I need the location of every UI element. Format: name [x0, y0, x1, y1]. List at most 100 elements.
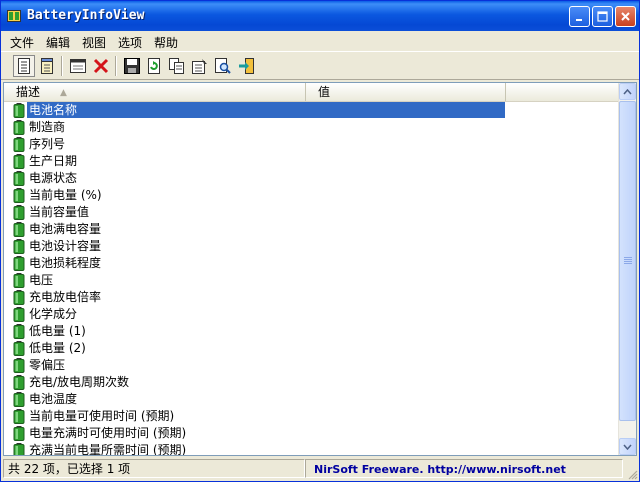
battery-icon	[13, 188, 25, 203]
scroll-grip	[624, 261, 632, 262]
scroll-down-button[interactable]	[619, 438, 636, 455]
battery-icon	[13, 324, 25, 339]
menu-options[interactable]: 选项	[118, 34, 142, 51]
refresh-button[interactable]	[143, 55, 165, 77]
maximize-button[interactable]	[592, 6, 613, 27]
battery-icon	[13, 120, 25, 135]
status-item-count: 共 22 项，已选择 1 项	[3, 459, 305, 478]
battery-icon	[13, 392, 25, 407]
menu-view[interactable]: 视图	[82, 34, 106, 51]
find-button[interactable]	[212, 55, 234, 77]
arrow-down-icon	[623, 444, 632, 450]
list-item[interactable]: 当前容量值	[4, 204, 620, 221]
list-item-label: 充电/放电周期次数	[29, 375, 130, 389]
battery-icon	[13, 154, 25, 169]
list-item-label: 电池损耗程度	[29, 256, 102, 270]
list-item[interactable]: 序列号	[4, 136, 620, 153]
list-item[interactable]: 电池设计容量	[4, 238, 620, 255]
copy-icon	[169, 58, 184, 74]
battery-icon	[13, 205, 25, 220]
window-icon	[70, 59, 86, 73]
list-item-label: 化学成分	[29, 307, 78, 321]
list-item-label: 电池满电容量	[29, 222, 102, 236]
list-item-label: 零偏压	[29, 358, 66, 372]
column-header-description[interactable]: 描述 ▲	[4, 83, 306, 101]
battery-info-list[interactable]: 描述 ▲ 值 电池名称 制造商 序列号 生产日期 电源状态 当前电量 (%) 当前容量值 电池…	[3, 82, 637, 456]
battery-info-view-button[interactable]	[13, 55, 35, 77]
list-item[interactable]: 低电量 (1)	[4, 323, 620, 340]
toolbar-separator	[115, 56, 117, 76]
list-item[interactable]: 充满当前电量所需时间 (预期)	[4, 442, 620, 455]
list-item[interactable]: 电压	[4, 272, 620, 289]
close-icon	[621, 12, 630, 21]
resize-grip-icon[interactable]	[626, 468, 638, 480]
list-item[interactable]: 零偏压	[4, 357, 620, 374]
list-item[interactable]: 电池损耗程度	[4, 255, 620, 272]
battery-icon	[13, 341, 25, 356]
properties-window-button[interactable]	[67, 55, 89, 77]
main-window: BatteryInfoView 文件 编辑 视图 选项 帮助 描述 ▲ 值 电池…	[0, 0, 640, 482]
list-item[interactable]: 制造商	[4, 119, 620, 136]
list-item-label: 电池设计容量	[29, 239, 102, 253]
delete-button[interactable]	[90, 55, 112, 77]
list-item-label: 低电量 (2)	[29, 341, 86, 355]
floppy-disk-icon	[124, 58, 140, 74]
list-rows: 电池名称 制造商序列号 生产日期 电源状态 当前电量 (%) 当前容量值 电池满电容量 电池设…	[4, 102, 620, 455]
menu-bar: 文件 编辑 视图 选项 帮助	[1, 31, 639, 51]
status-bar: 共 22 项，已选择 1 项 NirSoft Freeware. http://…	[1, 457, 639, 481]
list-item-label: 低电量 (1)	[29, 324, 86, 338]
maximize-icon	[597, 11, 608, 22]
list-item[interactable]: 电源状态	[4, 170, 620, 187]
list-item[interactable]: 化学成分	[4, 306, 620, 323]
list-item-label: 当前电量 (%)	[29, 188, 102, 202]
battery-icon	[13, 375, 25, 390]
list-item-label: 电量充满时可使用时间 (预期)	[29, 426, 187, 440]
minimize-button[interactable]	[569, 6, 590, 27]
properties-button[interactable]	[189, 55, 211, 77]
menu-help[interactable]: 帮助	[154, 34, 178, 51]
red-x-icon	[93, 58, 109, 74]
menu-file[interactable]: 文件	[10, 34, 34, 51]
app-battery-icon	[7, 10, 21, 22]
toolbar-separator	[61, 56, 63, 76]
sort-ascending-icon: ▲	[60, 88, 67, 98]
scroll-thumb[interactable]	[619, 101, 636, 421]
close-button[interactable]	[615, 6, 636, 27]
list-item[interactable]: 电量充满时可使用时间 (预期)	[4, 425, 620, 442]
list-item[interactable]: 当前电量 (%)	[4, 187, 620, 204]
list-item-label: 电池温度	[29, 392, 78, 406]
minimize-icon	[576, 19, 582, 21]
list-item[interactable]: 电池温度	[4, 391, 620, 408]
list-item[interactable]: 当前电量可使用时间 (预期)	[4, 408, 620, 425]
copy-button[interactable]	[166, 55, 188, 77]
exit-button[interactable]	[235, 55, 257, 77]
title-bar[interactable]: BatteryInfoView	[1, 1, 639, 31]
list-item-label: 制造商	[29, 120, 66, 134]
list-item[interactable]: 生产日期	[4, 153, 620, 170]
window-title: BatteryInfoView	[27, 8, 145, 23]
battery-icon	[13, 426, 25, 441]
list-item[interactable]: 充电放电倍率	[4, 289, 620, 306]
list-item[interactable]: 低电量 (2)	[4, 340, 620, 357]
battery-icon	[13, 137, 25, 152]
list-item[interactable]: 电池名称	[4, 102, 620, 119]
scroll-up-button[interactable]	[619, 83, 636, 100]
battery-icon	[13, 409, 25, 424]
list-header: 描述 ▲ 值	[4, 83, 620, 102]
nirsoft-link[interactable]: NirSoft Freeware. http://www.nirsoft.net	[305, 459, 623, 478]
battery-icon	[13, 290, 25, 305]
battery-icon	[13, 239, 25, 254]
scroll-grip	[624, 263, 632, 264]
battery-icon	[13, 171, 25, 186]
list-item[interactable]: 充电/放电周期次数	[4, 374, 620, 391]
green-refresh-icon	[148, 58, 160, 74]
save-button[interactable]	[121, 55, 143, 77]
column-header-filler	[506, 83, 620, 101]
vertical-scrollbar[interactable]	[618, 83, 636, 455]
toolbar	[1, 51, 639, 80]
list-item[interactable]: 电池满电容量	[4, 221, 620, 238]
log-view-button[interactable]	[36, 55, 58, 77]
column-header-value[interactable]: 值	[306, 83, 506, 101]
menu-edit[interactable]: 编辑	[46, 34, 70, 51]
battery-icon	[13, 443, 25, 455]
